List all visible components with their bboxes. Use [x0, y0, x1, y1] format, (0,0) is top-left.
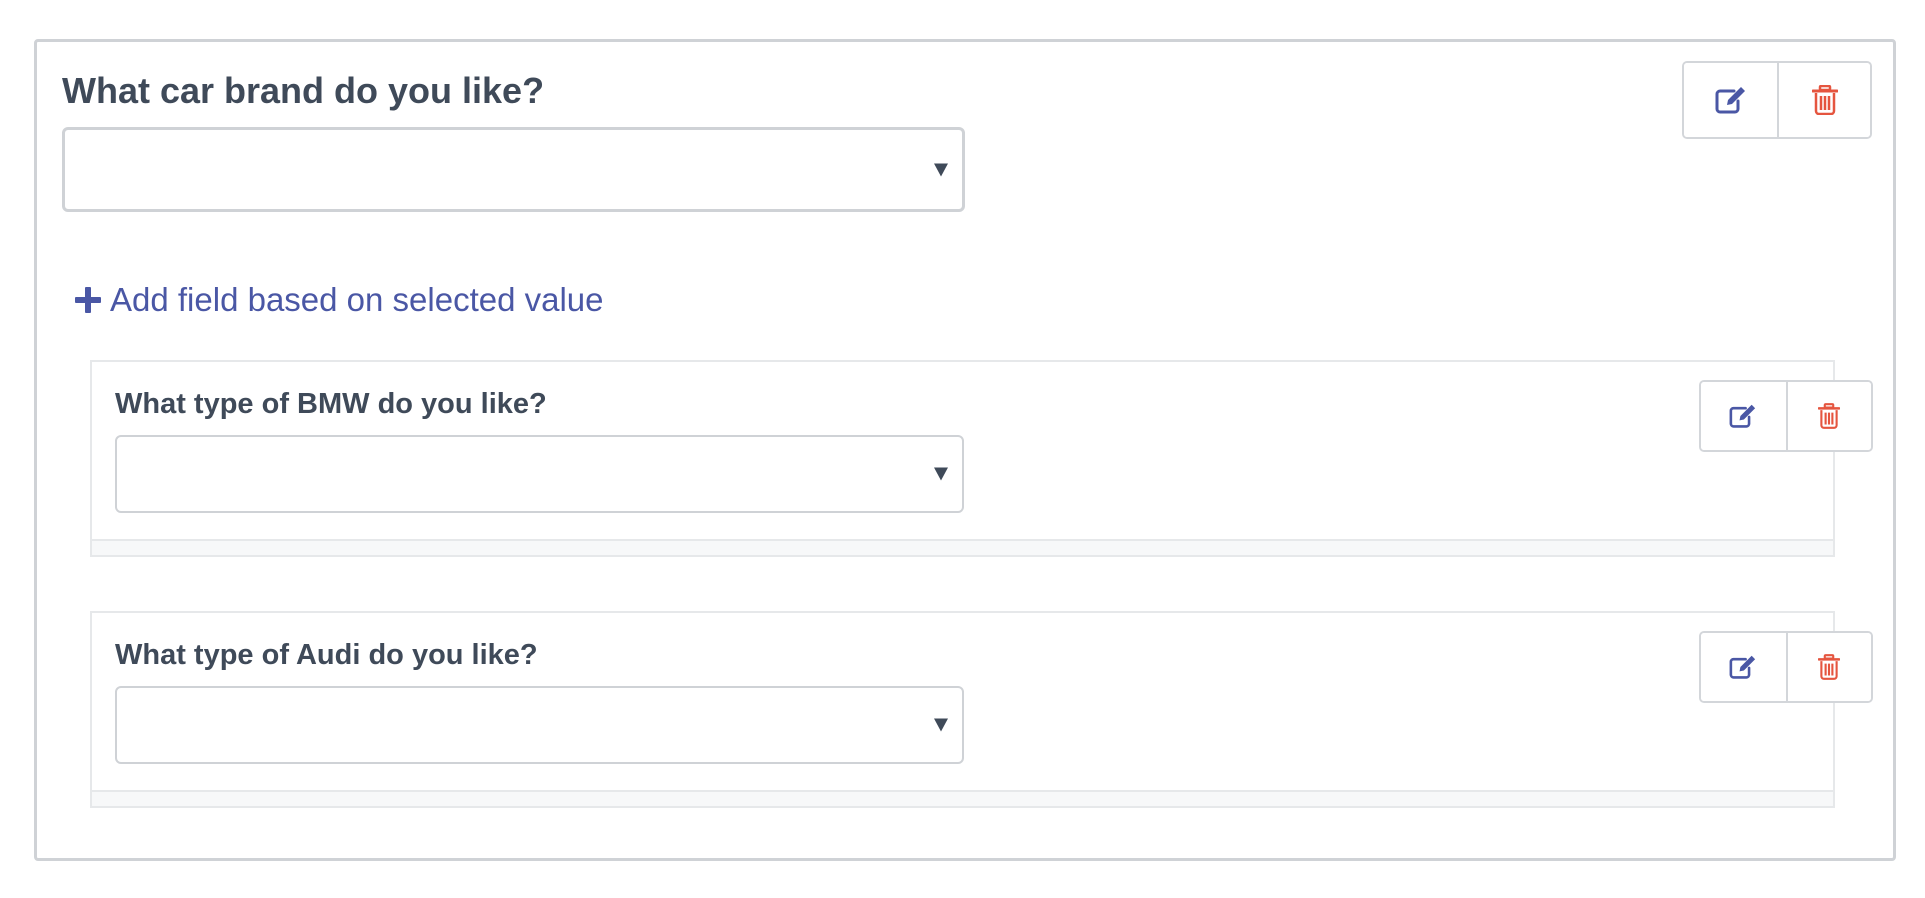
edit-button[interactable] — [1684, 63, 1777, 137]
add-field-link[interactable]: Add field based on selected value — [75, 281, 604, 319]
caret-down-icon — [934, 467, 948, 481]
bmw-type-select[interactable] — [115, 435, 964, 513]
edit-button[interactable] — [1701, 633, 1786, 701]
field-label: What type of BMW do you like? — [115, 388, 547, 420]
edit-icon — [1728, 403, 1758, 429]
trash-icon — [1811, 85, 1838, 115]
field-actions — [1682, 61, 1872, 139]
field-actions — [1699, 380, 1873, 452]
field-label: What car brand do you like? — [62, 70, 545, 111]
car-brand-select[interactable] — [62, 127, 965, 212]
field-label: What type of Audi do you like? — [115, 639, 538, 671]
caret-down-icon — [934, 163, 948, 176]
caret-down-icon — [934, 718, 948, 732]
plus-icon — [75, 287, 101, 313]
card-footer — [92, 539, 1833, 555]
delete-button[interactable] — [1785, 382, 1871, 450]
edit-icon — [1728, 654, 1758, 680]
delete-button[interactable] — [1785, 633, 1871, 701]
audi-type-select[interactable] — [115, 686, 964, 764]
audi-field-card: What type of Audi do you like? — [90, 611, 1873, 808]
card-footer — [92, 790, 1833, 806]
trash-icon — [1818, 403, 1841, 429]
bmw-field-card: What type of BMW do you like? — [90, 360, 1873, 557]
add-field-label: Add field based on selected value — [110, 281, 604, 318]
delete-button[interactable] — [1777, 63, 1870, 137]
trash-icon — [1818, 654, 1841, 680]
edit-button[interactable] — [1701, 382, 1786, 450]
car-brand-field-card: What car brand do you like? Add field ba… — [34, 39, 1896, 861]
edit-icon — [1714, 85, 1748, 115]
field-actions — [1699, 631, 1873, 703]
